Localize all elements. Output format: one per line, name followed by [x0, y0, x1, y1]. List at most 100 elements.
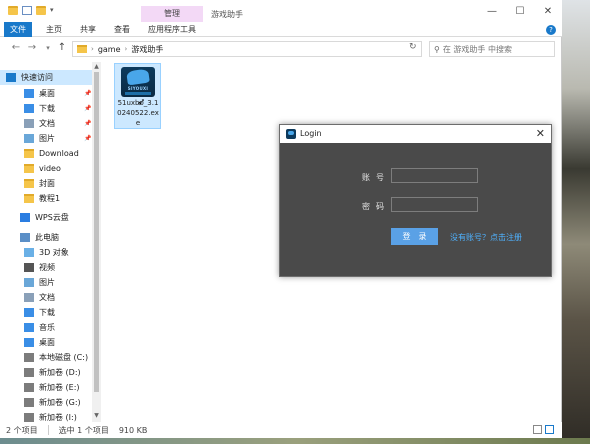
sidebar-item[interactable]: 视频 [0, 260, 92, 275]
desktop-icon [24, 89, 34, 98]
sidebar-item[interactable]: 音乐 [0, 320, 92, 335]
sidebar-item[interactable]: 快速访问 [0, 70, 92, 85]
file-item-exe[interactable]: SIYOUXI 51uxbo_3.10240522.exe [114, 63, 161, 129]
selected-size: 910 KB [118, 425, 148, 435]
download-icon [24, 308, 34, 317]
up-arrow-icon[interactable]: ↑ [56, 42, 68, 53]
pin-icon: 📌 [84, 105, 92, 112]
login-title-bar: Login ✕ [280, 125, 551, 143]
scroll-up-icon[interactable]: ▲ [92, 63, 101, 70]
large-icons-view-icon[interactable] [545, 425, 554, 434]
pin-icon: 📌 [84, 90, 92, 97]
folder-icon[interactable] [8, 6, 18, 15]
sidebar-item[interactable]: 3D 对象 [0, 245, 92, 260]
sidebar-item-label: 封面 [39, 179, 55, 188]
tab-view[interactable]: 查看 [108, 22, 136, 37]
sidebar-item[interactable]: 下载 📌 [0, 101, 92, 116]
ribbon-tabs: 文件 主页 共享 查看 应用程序工具 ? [0, 22, 562, 37]
picture-icon [24, 134, 34, 143]
sidebar-item[interactable]: 教程1 [0, 191, 92, 206]
sidebar-item-label: Download [39, 149, 79, 158]
close-button[interactable]: ✕ [540, 6, 556, 17]
login-button[interactable]: 登录 [391, 228, 438, 245]
sidebar-item[interactable]: Download [0, 146, 92, 161]
sidebar-item[interactable]: 文档 [0, 290, 92, 305]
help-icon[interactable]: ? [546, 25, 556, 35]
sidebar-item-label: 本地磁盘 (C:) [39, 353, 89, 362]
search-box[interactable]: ⚲ 在 游戏助手 中搜索 [429, 41, 555, 57]
sidebar-item[interactable]: 此电脑 [0, 230, 92, 245]
tab-application-tools[interactable]: 应用程序工具 [142, 22, 202, 37]
tab-file[interactable]: 文件 [4, 22, 32, 37]
back-arrow-icon[interactable]: ← [10, 42, 22, 53]
breadcrumb-current[interactable]: 游戏助手 [131, 44, 163, 55]
refresh-icon[interactable]: ↻ [409, 42, 417, 52]
register-link[interactable]: 没有账号？点击注册 [450, 232, 522, 243]
sidebar-scroll-thumb[interactable] [94, 72, 99, 392]
breadcrumb-game[interactable]: game [98, 45, 121, 54]
tab-share[interactable]: 共享 [74, 22, 102, 37]
sidebar-item-label: 新加卷 (E:) [39, 383, 80, 392]
pin-icon: 📌 [84, 135, 92, 142]
sidebar-item[interactable]: 图片 [0, 275, 92, 290]
manage-context-tab[interactable]: 管理 [141, 6, 203, 22]
sidebar-item-label: 下载 [39, 308, 55, 317]
computer-icon [20, 233, 30, 242]
app-brand-text: SIYOUXI [127, 86, 149, 91]
customize-dropdown-icon[interactable]: ▾ [50, 6, 54, 15]
folder-icon [24, 179, 34, 188]
sidebar-item-label: 新加卷 (G:) [39, 398, 81, 407]
new-folder-icon[interactable] [36, 6, 46, 15]
folder-icon [77, 45, 87, 53]
scroll-down-icon[interactable]: ▼ [92, 412, 101, 419]
sidebar-item[interactable]: video [0, 161, 92, 176]
sidebar-item-label: 音乐 [39, 323, 55, 332]
details-view-icon[interactable] [533, 425, 542, 434]
sidebar-item[interactable]: 本地磁盘 (C:) [0, 350, 92, 365]
folder-icon [24, 149, 34, 158]
sidebar-item-label: video [39, 164, 61, 173]
folder-icon [24, 164, 34, 173]
drive-icon [24, 398, 34, 407]
address-bar[interactable]: › game › 游戏助手 [72, 41, 422, 57]
search-icon: ⚲ [434, 44, 440, 54]
sidebar-item[interactable]: 桌面 [0, 335, 92, 350]
sidebar-item[interactable]: 封面 [0, 176, 92, 191]
login-dialog: Login ✕ 账号 密码 登录 没有账号？点击注册 [279, 124, 552, 277]
close-icon[interactable]: ✕ [536, 127, 545, 140]
minimize-button[interactable]: — [484, 6, 500, 17]
sidebar-item-label: WPS云盘 [35, 213, 69, 222]
download-icon [24, 104, 34, 113]
sidebar-item[interactable]: 桌面 📌 [0, 86, 92, 101]
desktop-icon [24, 338, 34, 347]
sidebar-item[interactable]: 文档 📌 [0, 116, 92, 131]
account-input[interactable] [391, 168, 478, 183]
sidebar-item-label: 文档 [39, 119, 55, 128]
password-input[interactable] [391, 197, 478, 212]
sidebar-item-label: 此电脑 [35, 233, 59, 242]
recent-locations-icon[interactable]: ▾ [42, 44, 54, 52]
window-title: 游戏助手 [211, 10, 243, 19]
document-icon [24, 119, 34, 128]
sidebar-item[interactable]: 新加卷 (E:) [0, 380, 92, 395]
sidebar-item[interactable]: 下载 [0, 305, 92, 320]
forward-arrow-icon[interactable]: → [26, 42, 38, 53]
sidebar-item-label: 快速访问 [21, 73, 53, 82]
cube-icon [24, 248, 34, 257]
maximize-button[interactable]: ☐ [512, 6, 528, 17]
sidebar-item-label: 新加卷 (D:) [39, 368, 81, 377]
sidebar-item[interactable]: WPS云盘 [0, 210, 92, 225]
sidebar-item[interactable]: 图片 📌 [0, 131, 92, 146]
properties-icon[interactable] [22, 6, 32, 15]
document-icon [24, 293, 34, 302]
pin-icon: 📌 [84, 120, 92, 127]
drive-icon [24, 383, 34, 392]
sidebar-item[interactable]: 新加卷 (D:) [0, 365, 92, 380]
sidebar-item[interactable]: 新加卷 (G:) [0, 395, 92, 410]
account-label: 账号 [362, 173, 390, 182]
sidebar-item-label: 桌面 [39, 89, 55, 98]
app-icon [286, 129, 296, 139]
tab-home[interactable]: 主页 [40, 22, 68, 37]
status-bar: 2 个项目 选中 1 个项目 910 KB [0, 422, 562, 438]
mouse-cursor-icon: ➶ [137, 97, 146, 108]
